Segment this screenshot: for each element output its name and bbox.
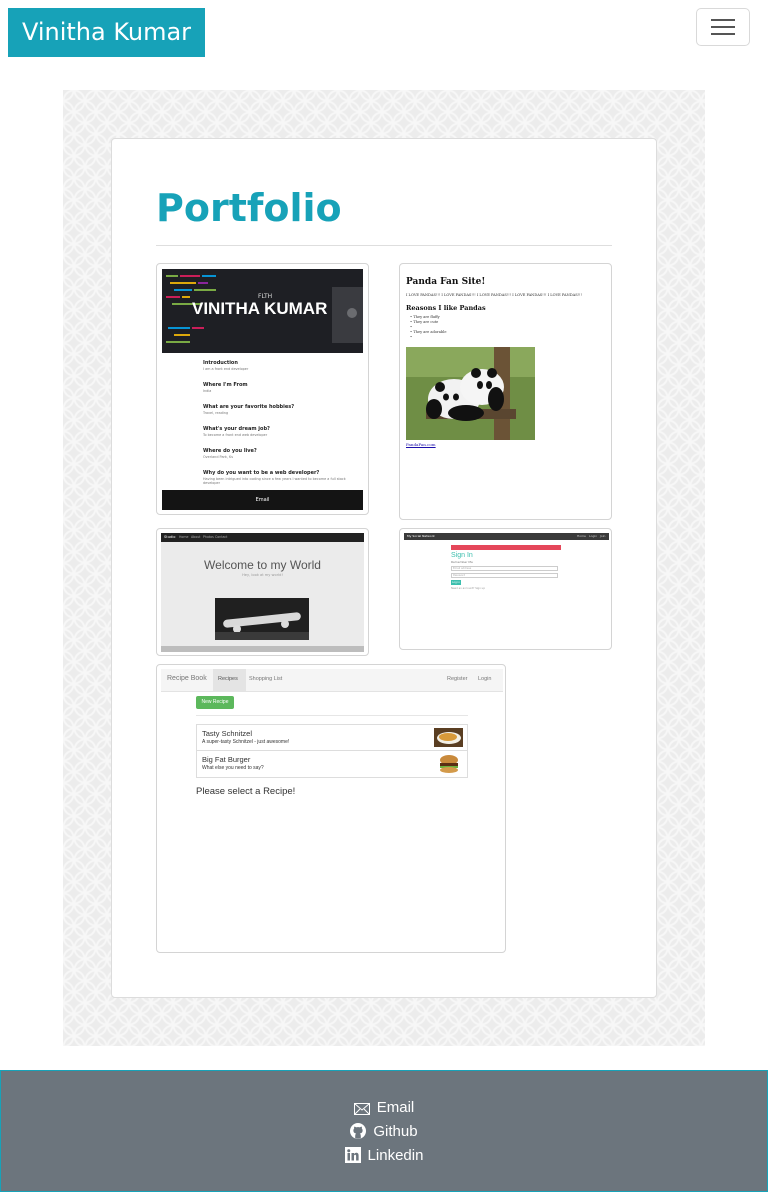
recipe-nav-link: Shopping List: [249, 676, 283, 682]
envelope-icon: [353, 1099, 377, 1116]
new-recipe-button: New Recipe: [196, 696, 234, 709]
project-thumbnail-about-me[interactable]: FLTH VINITHA KUMAR Introduction I am a f…: [156, 263, 369, 515]
project-thumbnail-recipe-book[interactable]: Recipe Book Recipes Shopping List Regist…: [156, 664, 506, 953]
signin-navbar: My Social Network Home Login Join: [404, 533, 609, 540]
recipe-select-prompt: Please select a Recipe!: [196, 786, 296, 797]
footer-email-link[interactable]: Email: [0, 1096, 768, 1120]
reason-item: They are fluffy: [413, 315, 440, 319]
banner-title: VINITHA KUMAR: [192, 299, 328, 318]
recipe-nav-brand: Recipe Book: [167, 675, 207, 682]
recipe-divider: [196, 715, 468, 716]
recipe-name: Tasty Schnitzel: [202, 729, 253, 738]
navbar-toggle-button[interactable]: [696, 8, 750, 46]
signin-signup-link: Need an account? Sign up: [451, 587, 485, 590]
section-answer: India: [203, 389, 212, 393]
burger-photo: [438, 754, 460, 774]
about-sections: Introduction I am a front end developer …: [203, 360, 353, 485]
panda-heading: Panda Fan Site!: [406, 277, 486, 287]
welcome-heading: Welcome to my World: [204, 558, 321, 572]
panda-photo: [406, 347, 535, 440]
reason-item: They are cute: [413, 320, 439, 324]
welcome-subheading: Hey, look at my world!: [242, 573, 283, 577]
signin-nav-link: Home: [577, 534, 586, 538]
panda-subheading: Reasons I like Pandas: [406, 304, 486, 312]
signin-heading: Sign In: [451, 552, 473, 559]
project-thumbnail-welcome[interactable]: Studio Home About Photos Contact Welcome…: [156, 528, 369, 656]
signin-nav-link: Join: [600, 534, 606, 538]
section-question: What's your dream job?: [203, 426, 270, 432]
recipe-nav-register: Register: [447, 676, 468, 682]
welcome-nav-link: Contact: [215, 535, 228, 539]
recipe-name: Big Fat Burger: [202, 755, 251, 764]
title-divider: [156, 245, 612, 246]
welcome-nav-brand: Studio: [164, 535, 176, 539]
github-icon: [350, 1123, 373, 1140]
schnitzel-photo: [434, 728, 463, 747]
footer-linkedin-label: Linkedin: [367, 1147, 424, 1164]
welcome-footer-bar: [161, 646, 364, 652]
section-question: Why do you want to be a web developer?: [203, 470, 320, 476]
section-question: Where I'm From: [203, 382, 248, 388]
recipe-description: A super-tasty Schnitzel - just awesome!: [202, 739, 290, 745]
panda-reasons-list: • They are fluffy • They are cute • • Th…: [410, 315, 447, 339]
section-answer: Travel, reading: [203, 411, 229, 415]
section-answer: To become a front end web developer: [203, 433, 268, 437]
recipe-nav-login: Login: [478, 676, 492, 682]
recipe-nav-link: Recipes: [218, 676, 238, 682]
welcome-nav-link: Home: [179, 535, 189, 539]
section-question: Where do you live?: [203, 448, 257, 454]
project-thumbnail-signin[interactable]: My Social Network Home Login Join Sign I…: [399, 528, 612, 650]
recipe-list-item: Tasty Schnitzel A super-tasty Schnitzel …: [196, 724, 468, 751]
footer-email-label: Email: [376, 1099, 415, 1116]
section-question: What are your favorite hobbies?: [203, 404, 295, 410]
signin-alert-bar: [451, 545, 561, 550]
welcome-nav-link: Photos: [203, 535, 214, 539]
section-answer: I am a front end developer: [203, 367, 249, 371]
footer-github-label: Github: [373, 1123, 418, 1140]
section-answer: Having been intrigued into coding since …: [203, 477, 346, 485]
skateboard-photo: [215, 598, 309, 640]
page-title: Portfolio: [156, 186, 342, 230]
project-thumbnail-panda[interactable]: Panda Fan Site! I LOVE PANDAS!!! I LOVE …: [399, 263, 612, 520]
signin-remember: Remember Me: [451, 560, 473, 564]
welcome-navbar: Studio Home About Photos Contact: [161, 533, 364, 542]
panda-link: PandaFan.com: [406, 442, 436, 447]
signin-email-field: Email address: [451, 566, 558, 571]
code-banner-image: FLTH VINITHA KUMAR: [162, 269, 363, 353]
footer-github-link[interactable]: Github: [0, 1120, 768, 1144]
linkedin-icon: [344, 1147, 368, 1164]
signin-nav-link: Login: [589, 534, 598, 538]
welcome-nav-link: About: [191, 535, 201, 539]
signin-password-field: Password: [451, 573, 558, 578]
signin-button: Log in: [451, 580, 461, 585]
recipe-navbar: Recipe Book Recipes Shopping List Regist…: [161, 669, 503, 692]
reason-item: They are adorable: [413, 330, 447, 334]
panda-love-line: I LOVE PANDAS!!! I LOVE PANDAS!!! I LOVE…: [406, 293, 583, 297]
recipe-description: What else you need to say?: [202, 765, 264, 771]
signin-nav-brand: My Social Network: [407, 534, 435, 538]
section-question: Introduction: [203, 360, 238, 366]
footer-linkedin-link[interactable]: Linkedin: [0, 1144, 768, 1168]
section-answer: Overland Park, Ks: [203, 455, 234, 459]
brand-logo[interactable]: Vinitha Kumar: [8, 8, 205, 57]
email-footer-bar: Email: [162, 490, 363, 510]
recipe-list-item: Big Fat Burger What else you need to say…: [196, 751, 468, 778]
